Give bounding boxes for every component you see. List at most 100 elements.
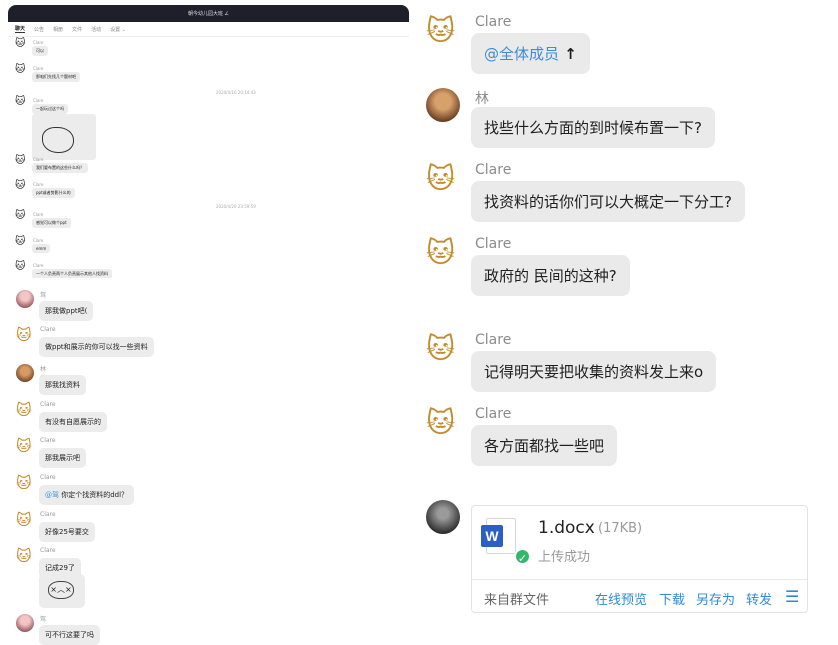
sender-name: Clare <box>33 157 44 162</box>
sender-name: Clare <box>475 332 512 348</box>
sender-name: Clare <box>475 236 512 252</box>
message-bubble: 那我做ppt吧( <box>39 301 94 321</box>
message-bubble: 那我找资料 <box>39 375 86 395</box>
mention-all-link[interactable]: @全体成员 <box>484 45 559 63</box>
cat-avatar-icon[interactable]: 🐱 <box>16 401 34 419</box>
chat-tab-bar: 聊天 公告 相册 文件 活动 设置 ⌄ <box>8 22 409 37</box>
embedded-chat-window: 朝今幼儿园大班 ∠ 聊天 公告 相册 文件 活动 设置 ⌄ 🐱 Clare 可以… <box>8 5 409 278</box>
cat-avatar-icon[interactable]: 🐱 <box>16 547 34 565</box>
sender-name: Clare <box>40 474 56 481</box>
tab-announcement[interactable]: 公告 <box>34 26 44 33</box>
message-bubble: 可不行这要了吗 <box>39 625 100 645</box>
file-source: 来自群文件 <box>484 593 550 608</box>
tab-album[interactable]: 相册 <box>53 26 63 33</box>
sketch-icon <box>42 127 74 153</box>
avatar[interactable] <box>16 364 34 382</box>
cat-avatar-icon: 🐱 <box>15 96 26 107</box>
sender-name: Clare <box>475 162 512 178</box>
message-bubble: 做ppt和展示的你可以找一些资料 <box>39 337 154 357</box>
sender-name: Clare <box>33 263 44 268</box>
timestamp: 2020/4/20 23:59:59 <box>216 204 256 209</box>
save-as-button[interactable]: 另存为 <box>696 589 735 608</box>
upload-status: 上传成功 <box>538 550 591 565</box>
message-bubble: 找些什么方面的到时候布置一下? <box>471 107 715 148</box>
divider <box>472 579 807 580</box>
cat-avatar-icon[interactable]: 🐱 <box>426 406 460 440</box>
message-bubble: 政府的 民间的这种? <box>471 255 630 296</box>
sender-name: Clare <box>40 326 56 333</box>
check-icon: ✓ <box>514 548 531 565</box>
word-document-icon: W <box>481 518 516 554</box>
message-bubble: 那咱们先找几个题材吧 <box>32 72 80 82</box>
tab-files[interactable]: 文件 <box>72 26 82 33</box>
cat-avatar-icon: 🐱 <box>15 210 26 221</box>
sender-name: Clare <box>475 406 512 422</box>
sticker-image <box>32 114 96 160</box>
cat-avatar-icon: 🐱 <box>15 38 26 49</box>
timestamp: 2020/4/16 20:14:43 <box>216 90 256 95</box>
sticker-image: ×︿× <box>39 574 85 608</box>
message-bubble: @全体成员 ↑ <box>471 33 590 74</box>
message-bubble: 记得明天要把收集的资料发上来o <box>471 351 717 392</box>
sender-name: Clare <box>33 212 44 217</box>
sender-name: Clare <box>40 547 56 554</box>
message-text: 你定个找资料的ddl？ <box>59 491 129 499</box>
sender-name: Clare <box>33 40 44 45</box>
word-logo-icon: W <box>481 525 503 547</box>
preview-online-button[interactable]: 在线预览 <box>595 589 647 608</box>
message-bubble: 各方面都找一些吧 <box>471 425 618 466</box>
cat-avatar-icon: 🐱 <box>15 155 26 166</box>
sender-name: Clare <box>33 66 44 71</box>
sender-name: Clare <box>475 14 512 30</box>
hamburger-menu-icon[interactable]: ☰ <box>785 587 799 606</box>
cat-avatar-icon: 🐱 <box>15 261 26 272</box>
message-bubble: 我们要布置的这些什么吗？ <box>32 163 88 173</box>
message-bubble: 一起玩过这个吗 <box>32 104 68 114</box>
tab-settings[interactable]: 设置 ⌄ <box>110 26 126 33</box>
message-bubble: 感觉可以做个ppt <box>32 218 71 228</box>
window-title: 朝今幼儿园大班 ∠ <box>8 5 409 22</box>
message-bubble: emm <box>32 244 51 253</box>
sender-name: 驾 <box>40 616 47 623</box>
avatar[interactable] <box>426 88 460 122</box>
file-message-card[interactable]: W ✓ 1.docx (17KB) 上传成功 来自群文件 在线预览 下载 另存为… <box>471 505 808 613</box>
crying-face-icon: ×︿× <box>48 581 74 599</box>
cat-avatar-icon[interactable]: 🐱 <box>426 236 460 270</box>
avatar[interactable] <box>16 290 34 308</box>
cat-avatar-icon[interactable]: 🐱 <box>16 511 34 529</box>
cat-avatar-icon: 🐱 <box>15 236 26 247</box>
sender-name: Clare <box>33 238 44 243</box>
message-bubble: 一个人负责两个人负责展示其他人找资料 <box>32 269 112 278</box>
message-bubble: 找资料的话你们可以大概定一下分工? <box>471 181 745 222</box>
sender-name: 驾 <box>40 292 47 299</box>
sender-name: Clare <box>33 98 44 103</box>
message-bubble: 好像25号要交 <box>39 522 95 542</box>
file-size: (17KB) <box>598 521 643 536</box>
tab-activity[interactable]: 活动 <box>91 26 101 33</box>
tab-chat[interactable]: 聊天 <box>15 25 26 33</box>
sender-name: Clare <box>40 401 56 408</box>
cat-avatar-icon: 🐱 <box>15 64 26 75</box>
sender-name: Clare <box>40 511 56 518</box>
message-bubble: @驾 你定个找资料的ddl？ <box>39 485 135 505</box>
sender-name: Clare <box>33 182 44 187</box>
message-bubble: 那我展示吧 <box>39 448 86 468</box>
avatar[interactable] <box>426 500 460 534</box>
message-bubble: ppt或者剪影什么的 <box>32 188 75 198</box>
cat-avatar-icon[interactable]: 🐱 <box>16 437 34 455</box>
cat-avatar-icon[interactable]: 🐱 <box>426 14 460 48</box>
cat-avatar-icon[interactable]: 🐱 <box>426 162 460 196</box>
avatar[interactable] <box>16 614 34 632</box>
cat-avatar-icon[interactable]: 🐱 <box>426 332 460 366</box>
message-text: ↑ <box>559 45 577 63</box>
download-button[interactable]: 下载 <box>659 589 685 608</box>
cat-avatar-icon[interactable]: 🐱 <box>16 474 34 492</box>
forward-button[interactable]: 转发 <box>746 589 772 608</box>
sender-name: Clare <box>40 437 56 444</box>
message-bubble: 有没有自愿展示的 <box>39 412 107 432</box>
file-name[interactable]: 1.docx <box>538 518 595 538</box>
cat-avatar-icon: 🐱 <box>15 180 26 191</box>
mention-link[interactable]: @驾 <box>45 491 59 499</box>
cat-avatar-icon[interactable]: 🐱 <box>16 326 34 344</box>
message-bubble: 可以 <box>32 46 48 56</box>
